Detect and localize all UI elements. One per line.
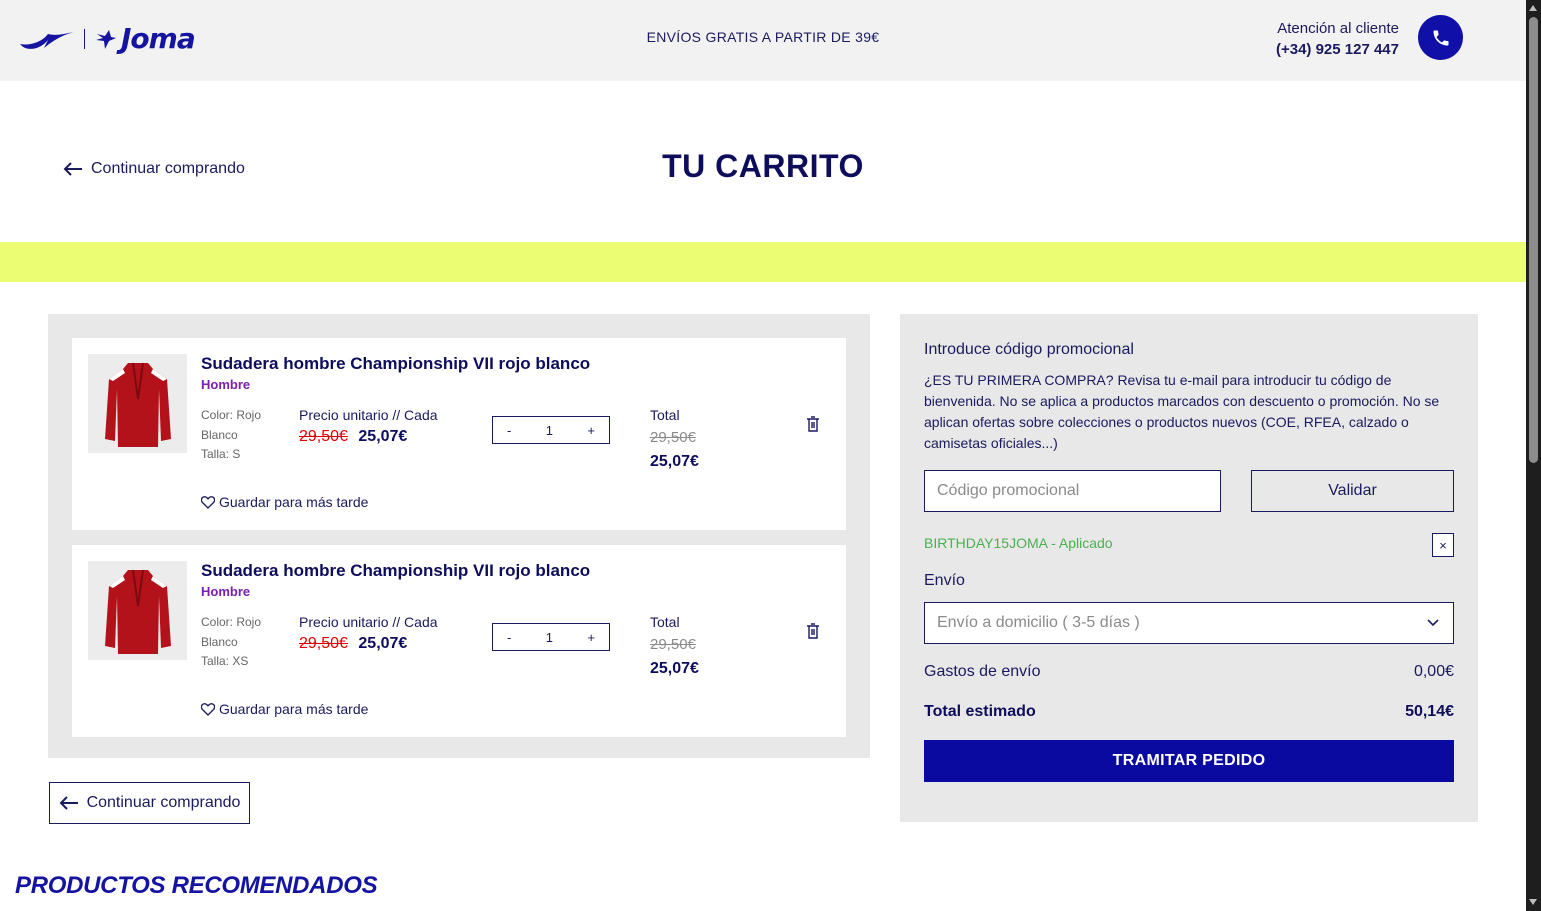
promo-code-title: Introduce código promocional bbox=[924, 341, 1134, 358]
cart-item: Sudadera hombre Championship VII rojo bl… bbox=[72, 545, 846, 737]
quantity-value[interactable]: 1 bbox=[546, 423, 553, 438]
save-for-later-label: Guardar para más tarde bbox=[219, 494, 369, 510]
support-phone[interactable]: (+34) 925 127 447 bbox=[1276, 41, 1399, 58]
product-name[interactable]: Sudadera hombre Championship VII rojo bl… bbox=[201, 354, 590, 374]
promo-code-description: ¿ES TU PRIMERA COMPRA? Revisa tu e-mail … bbox=[924, 372, 1440, 451]
customer-support: Atención al cliente (+34) 925 127 447 bbox=[1276, 20, 1399, 58]
remove-promo-code-button[interactable]: × bbox=[1432, 533, 1454, 557]
estimated-total-value: 50,14€ bbox=[1405, 703, 1454, 720]
heart-icon bbox=[201, 495, 215, 509]
discounted-price: 25,07€ bbox=[358, 428, 408, 445]
unit-price: 29,50€ 25,07€ bbox=[299, 428, 407, 446]
continue-shopping-button[interactable]: Continuar comprando bbox=[49, 782, 250, 824]
product-gender: Hombre bbox=[201, 377, 251, 392]
checkout-button[interactable]: TRAMITAR PEDIDO bbox=[924, 740, 1454, 782]
line-total-label: Total bbox=[650, 407, 680, 423]
product-gender: Hombre bbox=[201, 584, 251, 599]
chevron-down-icon bbox=[1427, 619, 1439, 627]
product-name[interactable]: Sudadera hombre Championship VII rojo bl… bbox=[201, 561, 590, 581]
line-total: 25,07€ bbox=[650, 660, 699, 677]
shipping-method-value: Envío a domicilio ( 3-5 días ) bbox=[937, 614, 1140, 631]
arrow-left-icon bbox=[59, 796, 78, 810]
remove-item-button[interactable] bbox=[806, 416, 820, 437]
shipping-cost-value: 0,00€ bbox=[1413, 663, 1454, 680]
remove-item-button[interactable] bbox=[806, 623, 820, 644]
product-image[interactable] bbox=[88, 561, 187, 660]
applied-promo-code: BIRTHDAY15JOMA - Aplicado bbox=[924, 535, 1113, 551]
save-for-later-link[interactable]: Guardar para más tarde bbox=[201, 494, 368, 510]
jacket-image-icon bbox=[104, 569, 171, 654]
phone-icon bbox=[1433, 30, 1448, 45]
unit-price-label: Precio unitario // Cada bbox=[299, 614, 438, 630]
cart-item: Sudadera hombre Championship VII rojo bl… bbox=[72, 338, 846, 530]
line-total-original: 29,50€ bbox=[650, 636, 696, 653]
quantity-value[interactable]: 1 bbox=[546, 630, 553, 645]
recommended-products-title: PRODUCTOS RECOMENDADOS bbox=[15, 872, 378, 899]
product-attributes: Color: Rojo Blanco Talla: XS bbox=[201, 613, 281, 672]
support-label: Atención al cliente bbox=[1277, 20, 1399, 37]
original-price: 29,50€ bbox=[299, 428, 348, 445]
scrollbar-thumb[interactable] bbox=[1529, 17, 1538, 463]
page-scrollbar[interactable] bbox=[1526, 0, 1541, 911]
save-for-later-link[interactable]: Guardar para más tarde bbox=[201, 701, 368, 717]
promo-banner-strip bbox=[0, 242, 1526, 282]
shipping-method-label: Envío bbox=[924, 572, 965, 589]
discounted-price: 25,07€ bbox=[358, 635, 408, 652]
order-summary-panel: Introduce código promocional ¿ES TU PRIM… bbox=[900, 314, 1478, 822]
unit-price: 29,50€ 25,07€ bbox=[299, 635, 407, 653]
decrease-quantity-button[interactable]: - bbox=[507, 630, 511, 645]
product-color: Color: Rojo Blanco bbox=[201, 408, 262, 442]
increase-quantity-button[interactable]: + bbox=[587, 630, 595, 645]
quantity-stepper: - 1 + bbox=[492, 623, 610, 651]
product-color: Color: Rojo Blanco bbox=[201, 615, 262, 649]
product-size: Talla: XS bbox=[201, 654, 249, 668]
product-attributes: Color: Rojo Blanco Talla: S bbox=[201, 406, 281, 465]
line-total-label: Total bbox=[650, 614, 680, 630]
product-image[interactable] bbox=[88, 354, 187, 453]
cart-items-panel: Sudadera hombre Championship VII rojo bl… bbox=[48, 314, 870, 758]
trash-icon bbox=[807, 416, 819, 432]
unit-price-label: Precio unitario // Cada bbox=[299, 407, 438, 423]
line-total: 25,07€ bbox=[650, 453, 699, 470]
line-total-original: 29,50€ bbox=[650, 429, 696, 446]
increase-quantity-button[interactable]: + bbox=[587, 423, 595, 438]
scroll-up-arrow-icon[interactable] bbox=[1529, 5, 1537, 11]
heart-icon bbox=[201, 702, 215, 716]
shipping-cost-label: Gastos de envío bbox=[924, 663, 1041, 680]
scroll-down-arrow-icon[interactable] bbox=[1529, 899, 1537, 905]
save-for-later-label: Guardar para más tarde bbox=[219, 701, 369, 717]
shipping-cost-row: Gastos de envío 0,00€ bbox=[924, 663, 1454, 681]
decrease-quantity-button[interactable]: - bbox=[507, 423, 511, 438]
top-header: Joma ENVÍOS GRATIS A PARTIR DE 39€ Atenc… bbox=[0, 0, 1526, 81]
original-price: 29,50€ bbox=[299, 635, 348, 652]
quantity-stepper: - 1 + bbox=[492, 416, 610, 444]
estimated-total-row: Total estimado 50,14€ bbox=[924, 703, 1454, 721]
trash-icon bbox=[807, 623, 819, 639]
jacket-image-icon bbox=[104, 362, 171, 447]
call-button[interactable] bbox=[1418, 15, 1463, 60]
product-size: Talla: S bbox=[201, 447, 241, 461]
validate-promo-button[interactable]: Validar bbox=[1251, 470, 1454, 512]
shipping-method-select[interactable]: Envío a domicilio ( 3-5 días ) bbox=[924, 602, 1454, 644]
continue-shopping-button-label: Continuar comprando bbox=[86, 794, 241, 811]
estimated-total-label: Total estimado bbox=[924, 703, 1036, 720]
promo-code-input[interactable] bbox=[924, 470, 1221, 512]
page-title: TU CARRITO bbox=[662, 148, 864, 184]
